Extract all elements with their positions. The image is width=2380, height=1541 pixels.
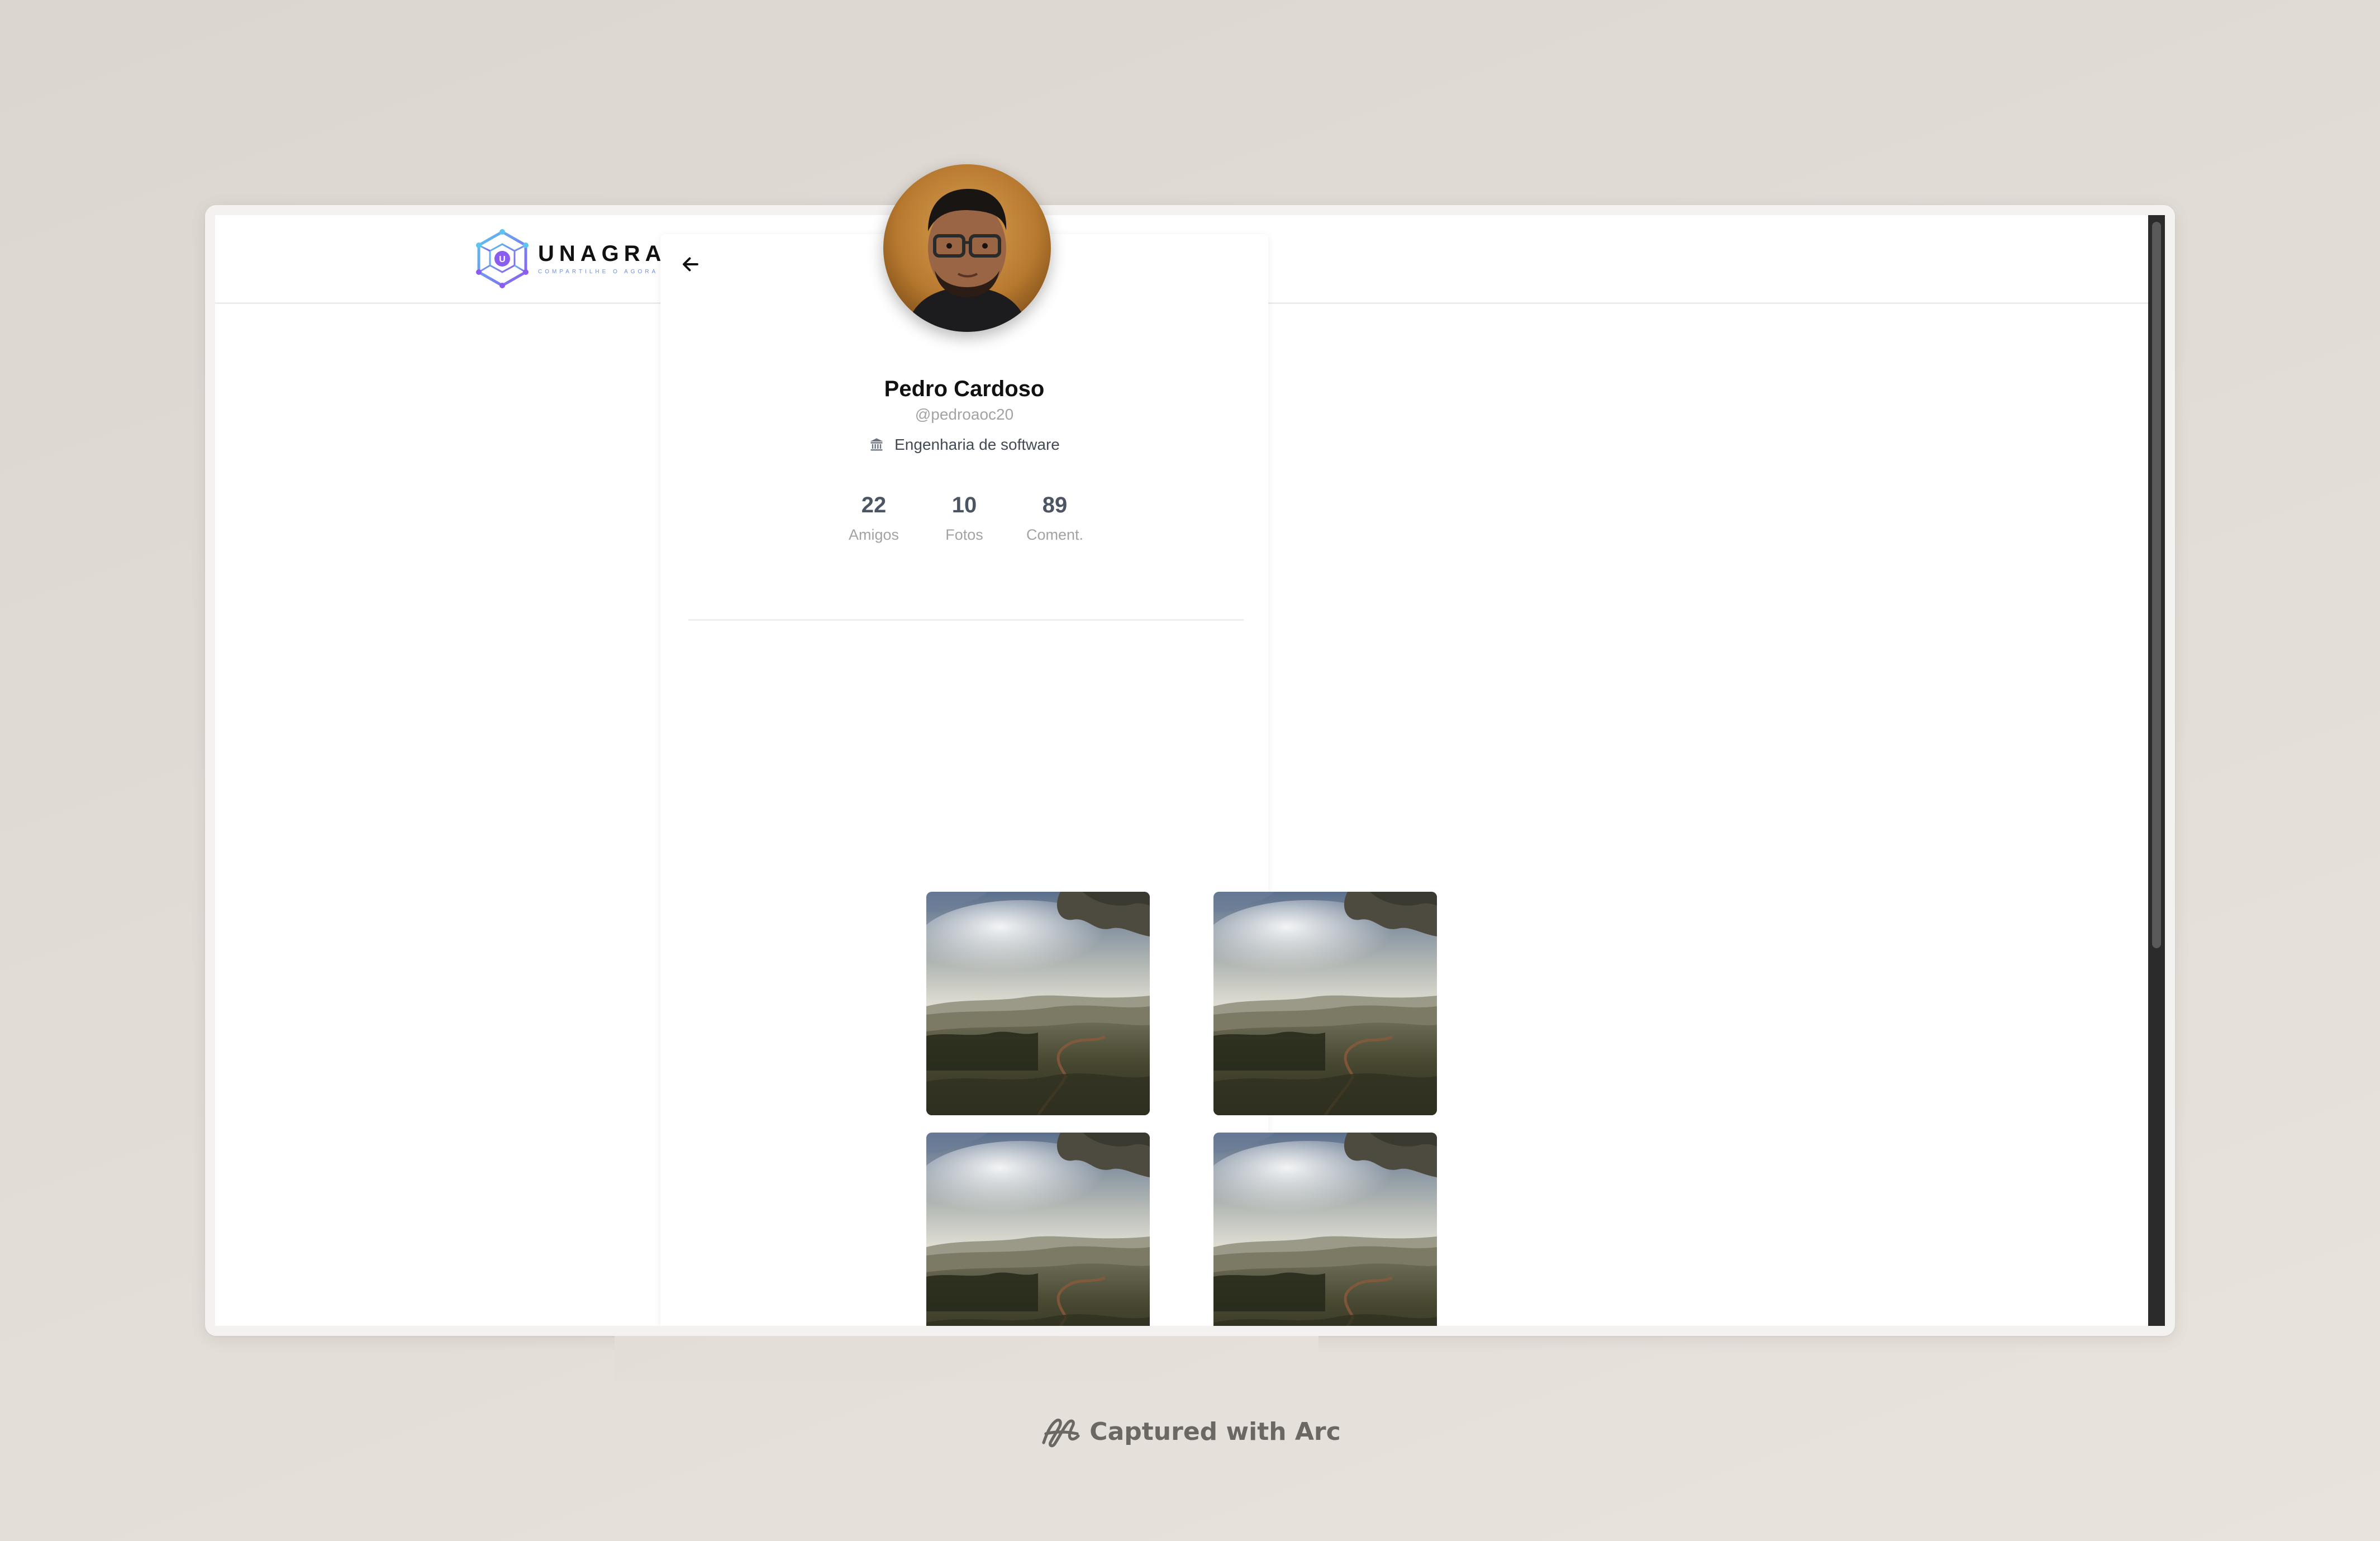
app-logo[interactable]: U UNAGRAM Compartilhe o agora <box>472 226 690 291</box>
stat-friends[interactable]: 22 Amigos <box>848 492 899 544</box>
stat-value: 10 <box>951 493 977 517</box>
photo-thumbnail[interactable] <box>1213 1133 1437 1326</box>
capture-caption: Captured with Arc <box>0 1414 2380 1449</box>
stat-value: 89 <box>1042 493 1068 517</box>
institution-icon <box>870 438 883 451</box>
profile-course-label: Engenharia de software <box>894 436 1060 453</box>
photo-thumbnail[interactable] <box>926 1133 1150 1326</box>
viewport-bottom-mask <box>215 1326 2165 1336</box>
stat-label: Fotos <box>945 526 983 543</box>
frame-bottom-mask <box>615 1336 1318 1381</box>
arrow-left-icon <box>683 257 698 272</box>
svg-text:U: U <box>499 255 506 264</box>
page-scrollbar[interactable] <box>2148 215 2165 1326</box>
photo-thumbnail[interactable] <box>1213 892 1437 1115</box>
stat-label: Amigos <box>848 526 899 543</box>
profile-course: Engenharia de software <box>660 436 1268 454</box>
photo-thumbnail[interactable] <box>926 892 1150 1115</box>
stat-label: Coment. <box>1026 526 1084 543</box>
stat-photos[interactable]: 10 Fotos <box>939 492 990 544</box>
profile-handle: @pedroaoc20 <box>915 406 1014 423</box>
stat-comments[interactable]: 89 Coment. <box>1026 492 1084 544</box>
profile-name: Pedro Cardoso <box>884 377 1045 401</box>
arc-logo-icon <box>1042 1419 1080 1448</box>
profile-avatar <box>883 164 1051 332</box>
profile-stats: 22 Amigos 10 Fotos 89 Coment. <box>660 492 1268 544</box>
back-button[interactable] <box>674 248 707 281</box>
scrollbar-thumb[interactable] <box>2152 222 2161 948</box>
profile-divider <box>688 619 1244 621</box>
logo-cube-icon: U <box>476 229 529 288</box>
caption-text: Captured with Arc <box>1089 1417 1341 1446</box>
stat-value: 22 <box>861 493 887 517</box>
